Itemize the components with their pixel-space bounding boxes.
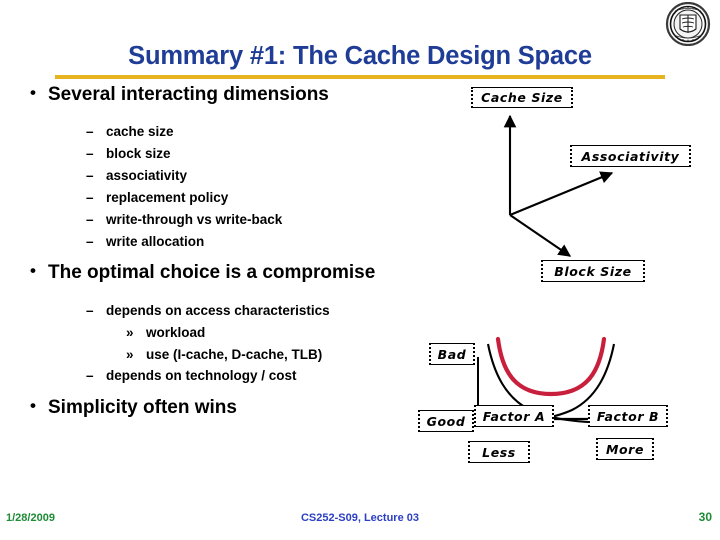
- diagram-label-cache-size: Cache Size: [471, 87, 573, 108]
- chart-legend-factor-a: Factor A: [474, 405, 554, 427]
- sub-item-label: write allocation: [106, 233, 205, 249]
- bullet-item-simplicity: • Simplicity often wins: [28, 396, 468, 420]
- dash-marker: –: [86, 211, 94, 227]
- bullet-marker: •: [30, 83, 36, 102]
- sub-item-write-through: – write-through vs write-back: [28, 209, 468, 231]
- arrow-to-associativity: [509, 171, 614, 216]
- chart-x-label-more: More: [596, 438, 654, 460]
- dash-marker: –: [86, 124, 94, 140]
- sub-item-cache-size: – cache size: [28, 121, 468, 143]
- sub-item-access-characteristics: – depends on access characteristics: [28, 300, 468, 322]
- guillemet-marker: »: [126, 346, 134, 362]
- diagram-label-block-size: Block Size: [541, 260, 645, 282]
- dash-marker: –: [86, 189, 94, 205]
- bullet-marker: •: [30, 396, 36, 416]
- diagram-label-associativity: Associativity: [570, 145, 691, 167]
- bullet-item-several-dimensions: • Several interacting dimensions: [28, 83, 468, 107]
- bullet-marker: •: [30, 261, 36, 281]
- bullet-text: The optimal choice is a compromise: [48, 262, 376, 284]
- sub-sub-item-workload: » workload: [28, 322, 468, 344]
- sub-sub-item-use: » use (I-cache, D-cache, TLB): [28, 344, 468, 366]
- sub-item-label: cache size: [106, 124, 174, 140]
- chart-y-label-good: Good: [418, 410, 474, 432]
- title-underline: [55, 75, 665, 79]
- dash-marker: –: [86, 368, 94, 384]
- chart-y-label-bad: Bad: [429, 343, 475, 365]
- sub-item-label: depends on technology / cost: [106, 368, 297, 384]
- sub-sub-item-label: workload: [146, 324, 206, 340]
- bullet-text: Several interacting dimensions: [48, 84, 329, 105]
- curve-sum: [495, 336, 607, 397]
- dash-marker: –: [86, 302, 94, 318]
- sub-item-block-size: – block size: [28, 143, 468, 165]
- dash-marker: –: [86, 146, 94, 162]
- footer-course-label: CS252-S09, Lecture 03: [300, 512, 419, 524]
- uc-berkeley-seal: [665, 2, 711, 46]
- sub-item-label: block size: [106, 146, 171, 162]
- dash-marker: –: [86, 168, 94, 184]
- sub-item-label: replacement policy: [106, 189, 229, 205]
- dash-marker: –: [86, 233, 94, 249]
- chart-x-label-less: Less: [468, 441, 530, 463]
- chart-legend-factor-b: Factor B: [588, 405, 668, 427]
- cache-design-axes-diagram: [503, 114, 614, 257]
- bullet-text: Simplicity often wins: [48, 397, 237, 419]
- sub-item-write-allocation: – write allocation: [28, 231, 468, 253]
- slide-outline: • Several interacting dimensions – cache…: [28, 83, 468, 425]
- arrow-to-block-size: [509, 214, 572, 257]
- sub-item-technology-cost: – depends on technology / cost: [28, 365, 468, 387]
- sub-item-label: associativity: [106, 168, 188, 184]
- sub-item-label: write-through vs write-back: [106, 211, 283, 227]
- sub-sub-item-label: use (I-cache, D-cache, TLB): [146, 346, 323, 362]
- guillemet-marker: »: [126, 324, 134, 340]
- bullet-item-optimal-choice: • The optimal choice is a compromise: [28, 261, 468, 285]
- sub-item-associativity: – associativity: [28, 165, 468, 187]
- sub-item-replacement-policy: – replacement policy: [28, 187, 468, 209]
- sub-item-label: depends on access characteristics: [106, 302, 330, 318]
- footer-page-number: 30: [698, 510, 712, 524]
- page-title: Summary #1: The Cache Design Space: [128, 42, 592, 70]
